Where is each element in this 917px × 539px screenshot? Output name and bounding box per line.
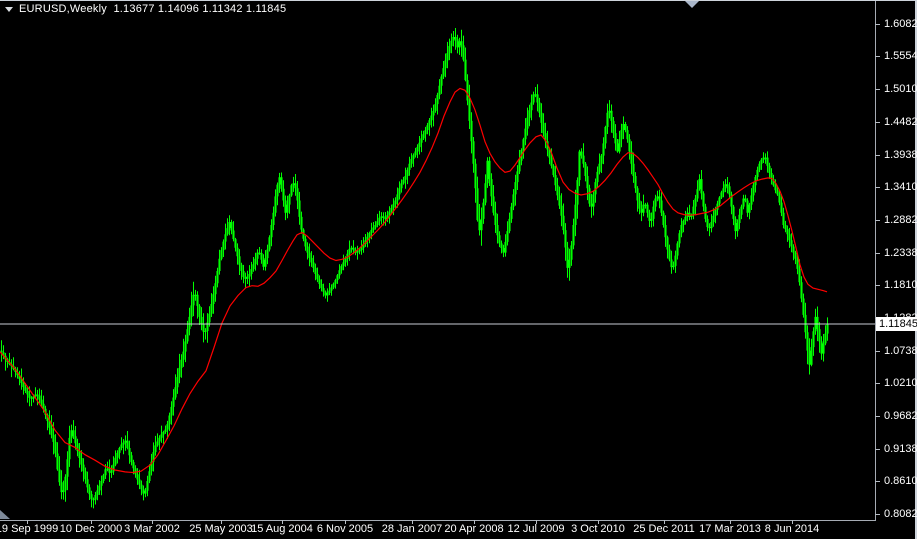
chart-shift-marker-icon[interactable] bbox=[685, 1, 699, 8]
symbol-dropdown-icon bbox=[5, 6, 13, 12]
chart-title-text: EURUSD,Weekly 1.13677 1.14096 1.11342 1.… bbox=[19, 3, 287, 15]
moving-average-line bbox=[0, 87, 828, 474]
candle-wicks bbox=[1, 28, 828, 509]
corner-resize-icon bbox=[0, 510, 10, 519]
candle-bodies bbox=[0, 37, 829, 501]
chart-window: EURUSD,Weekly 1.13677 1.14096 1.11342 1.… bbox=[0, 0, 917, 539]
chart-title: EURUSD,Weekly 1.13677 1.14096 1.11342 1.… bbox=[5, 3, 286, 15]
current-price-badge: 1.11845 bbox=[876, 316, 917, 331]
candlestick-chart[interactable] bbox=[0, 0, 917, 539]
